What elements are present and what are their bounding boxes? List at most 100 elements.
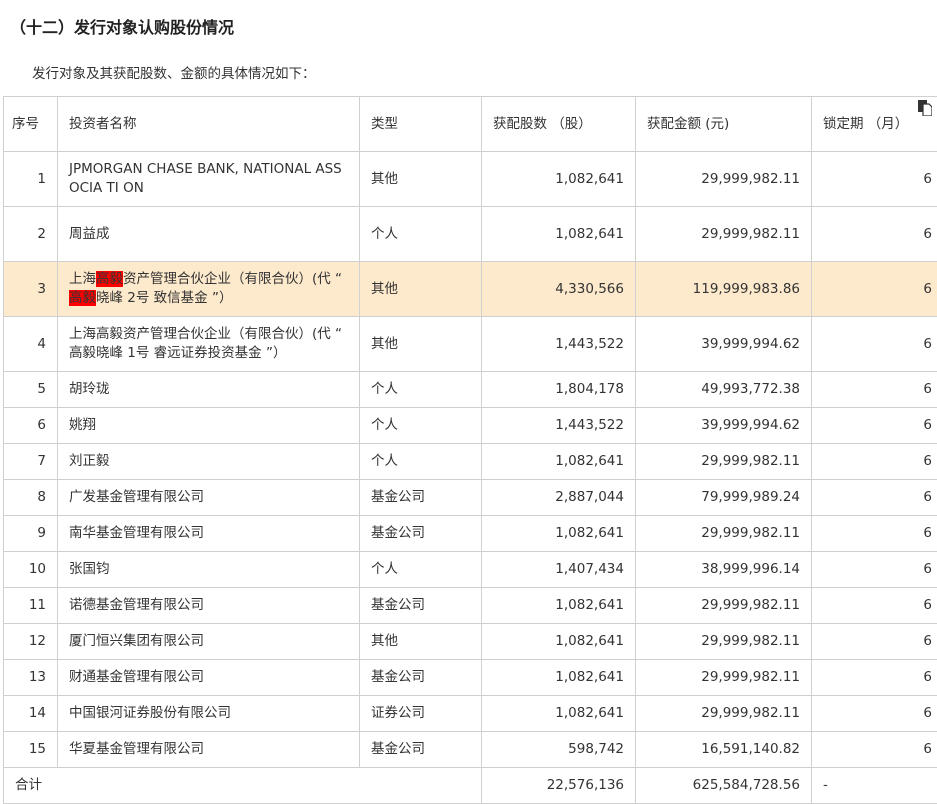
- cell-type: 其他: [360, 262, 482, 317]
- cell-amount: 38,999,996.14: [636, 552, 812, 588]
- cell-shares: 1,082,641: [482, 624, 636, 660]
- cell-type: 个人: [360, 444, 482, 480]
- header-no: 序号: [4, 97, 58, 152]
- cell-name: 胡玲珑: [58, 372, 360, 408]
- intro-text: 发行对象及其获配股数、金额的具体情况如下：: [32, 62, 316, 82]
- section-title: （十二）发行对象认购股份情况: [10, 14, 234, 38]
- cell-type: 其他: [360, 317, 482, 372]
- cell-lock: 6: [812, 660, 937, 696]
- cell-no: 15: [4, 732, 58, 768]
- cell-name: 厦门恒兴集团有限公司: [58, 624, 360, 660]
- table-row: 10张国钧个人1,407,43438,999,996.146: [4, 552, 937, 588]
- table-row: 4上海高毅资产管理合伙企业（有限合伙）(代 “ 高毅晓峰 1号 睿远证券投资基金…: [4, 317, 937, 372]
- cell-name: 周益成: [58, 207, 360, 262]
- table-row: 8广发基金管理有限公司基金公司2,887,04479,999,989.246: [4, 480, 937, 516]
- table-row: 2周益成个人1,082,64129,999,982.116: [4, 207, 937, 262]
- cell-lock: 6: [812, 372, 937, 408]
- cell-lock: 6: [812, 696, 937, 732]
- cell-shares: 1,804,178: [482, 372, 636, 408]
- cell-name: 中国银河证券股份有限公司: [58, 696, 360, 732]
- name-part: 高毅: [96, 271, 123, 287]
- header-type: 类型: [360, 97, 482, 152]
- cell-no: 11: [4, 588, 58, 624]
- cell-lock: 6: [812, 624, 937, 660]
- cell-lock: 6: [812, 588, 937, 624]
- header-amount: 获配金额 (元): [636, 97, 812, 152]
- cell-type: 个人: [360, 372, 482, 408]
- cell-lock: 6: [812, 262, 937, 317]
- cell-shares: 598,742: [482, 732, 636, 768]
- cell-name: 广发基金管理有限公司: [58, 480, 360, 516]
- cell-type: 基金公司: [360, 732, 482, 768]
- cell-amount: 29,999,982.11: [636, 516, 812, 552]
- cell-shares: 1,082,641: [482, 207, 636, 262]
- table-row: 12厦门恒兴集团有限公司其他1,082,64129,999,982.116: [4, 624, 937, 660]
- cell-name: 张国钧: [58, 552, 360, 588]
- cell-no: 4: [4, 317, 58, 372]
- table-header: 序号 投资者名称 类型 获配股数 （股） 获配金额 (元) 锁定期 （月）: [4, 97, 937, 152]
- cell-amount: 29,999,982.11: [636, 696, 812, 732]
- cell-shares: 1,443,522: [482, 408, 636, 444]
- cell-amount: 29,999,982.11: [636, 624, 812, 660]
- cell-lock: 6: [812, 444, 937, 480]
- cell-type: 其他: [360, 624, 482, 660]
- cell-no: 2: [4, 207, 58, 262]
- table-row: 6姚翔个人1,443,52239,999,994.626: [4, 408, 937, 444]
- cell-shares: 1,082,641: [482, 152, 636, 207]
- table-row: 11诺德基金管理有限公司基金公司1,082,64129,999,982.116: [4, 588, 937, 624]
- cell-amount: 29,999,982.11: [636, 152, 812, 207]
- name-part: 晓峰 2号 致信基金 ”）: [96, 290, 232, 306]
- cell-lock: 6: [812, 516, 937, 552]
- cell-amount: 49,993,772.38: [636, 372, 812, 408]
- cell-amount: 16,591,140.82: [636, 732, 812, 768]
- cell-shares: 2,887,044: [482, 480, 636, 516]
- cell-type: 个人: [360, 207, 482, 262]
- cell-type: 基金公司: [360, 660, 482, 696]
- cell-type: 个人: [360, 408, 482, 444]
- table-row: 9南华基金管理有限公司基金公司1,082,64129,999,982.116: [4, 516, 937, 552]
- header-lock: 锁定期 （月）: [812, 97, 937, 152]
- cell-type: 证券公司: [360, 696, 482, 732]
- cell-shares: 1,082,641: [482, 444, 636, 480]
- cell-lock: 6: [812, 207, 937, 262]
- table-row: 13财通基金管理有限公司基金公司1,082,64129,999,982.116: [4, 660, 937, 696]
- allocation-table: 序号 投资者名称 类型 获配股数 （股） 获配金额 (元) 锁定期 （月） 1J…: [3, 96, 937, 804]
- cell-lock: 6: [812, 480, 937, 516]
- cell-shares: 1,407,434: [482, 552, 636, 588]
- cell-amount: 79,999,989.24: [636, 480, 812, 516]
- cell-amount: 39,999,994.62: [636, 317, 812, 372]
- cell-shares: 1,082,641: [482, 588, 636, 624]
- cell-lock: 6: [812, 317, 937, 372]
- cell-shares: 1,082,641: [482, 660, 636, 696]
- cell-type: 其他: [360, 152, 482, 207]
- cell-type: 基金公司: [360, 480, 482, 516]
- cell-lock: 6: [812, 152, 937, 207]
- cell-no: 3: [4, 262, 58, 317]
- cell-name: JPMORGAN CHASE BANK, NATIONAL ASS OCIA T…: [58, 152, 360, 207]
- cell-no: 8: [4, 480, 58, 516]
- cell-no: 9: [4, 516, 58, 552]
- cell-no: 10: [4, 552, 58, 588]
- name-part: 资产管理合伙企业（有限合伙）(代 “: [123, 271, 342, 287]
- cell-name: 财通基金管理有限公司: [58, 660, 360, 696]
- cell-type: 基金公司: [360, 588, 482, 624]
- cell-lock: 6: [812, 552, 937, 588]
- cell-name: 南华基金管理有限公司: [58, 516, 360, 552]
- cell-type: 个人: [360, 552, 482, 588]
- table-row: 7刘正毅个人1,082,64129,999,982.116: [4, 444, 937, 480]
- cell-no: 7: [4, 444, 58, 480]
- name-part: 上海: [69, 271, 96, 287]
- cell-amount: 29,999,982.11: [636, 660, 812, 696]
- header-shares: 获配股数 （股）: [482, 97, 636, 152]
- cell-no: 6: [4, 408, 58, 444]
- cell-no: 12: [4, 624, 58, 660]
- cell-amount: 29,999,982.11: [636, 207, 812, 262]
- table-row: 1JPMORGAN CHASE BANK, NATIONAL ASS OCIA …: [4, 152, 937, 207]
- cell-amount: 119,999,983.86: [636, 262, 812, 317]
- cell-name: 刘正毅: [58, 444, 360, 480]
- cell-amount: 29,999,982.11: [636, 444, 812, 480]
- cell-shares: 1,443,522: [482, 317, 636, 372]
- cell-no: 1: [4, 152, 58, 207]
- cell-no: 5: [4, 372, 58, 408]
- cell-no: 14: [4, 696, 58, 732]
